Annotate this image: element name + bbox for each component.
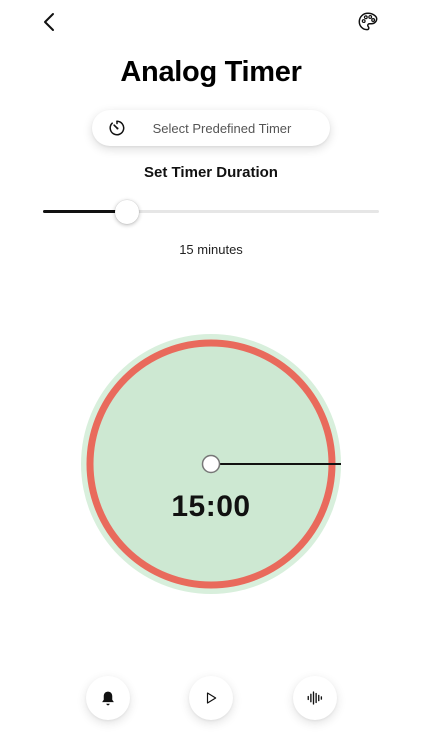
play-button[interactable] (189, 676, 233, 720)
back-button[interactable] (36, 8, 62, 36)
timer-icon (104, 115, 130, 141)
theme-palette-button[interactable] (354, 8, 382, 36)
clock-time-display: 15:00 (171, 490, 251, 523)
duration-value-label: 15 minutes (179, 242, 243, 257)
analog-clock-face[interactable] (81, 334, 341, 594)
clock-center-knob[interactable] (201, 454, 221, 474)
predefined-timer-select[interactable]: Select Predefined Timer (92, 110, 330, 146)
palette-icon (357, 11, 379, 33)
play-icon (204, 691, 218, 705)
chevron-left-icon (42, 12, 56, 32)
duration-slider[interactable] (43, 200, 379, 224)
bell-icon (100, 690, 116, 707)
slider-thumb[interactable] (115, 200, 139, 224)
page-title: Analog Timer (120, 56, 302, 88)
alarm-button[interactable] (86, 676, 130, 720)
predefined-timer-label: Select Predefined Timer (152, 120, 292, 136)
duration-heading: Set Timer Duration (144, 164, 278, 181)
sound-button[interactable] (293, 676, 337, 720)
sound-wave-icon (306, 690, 324, 706)
